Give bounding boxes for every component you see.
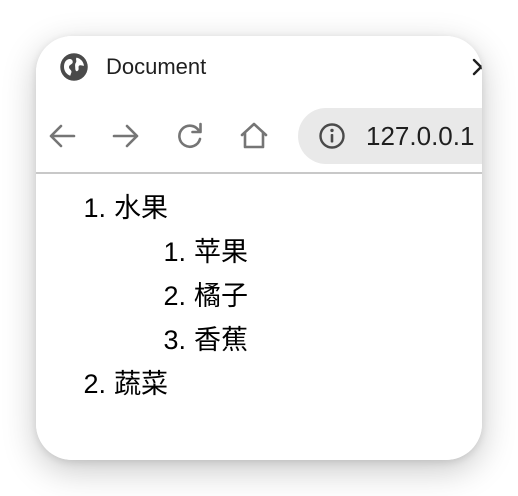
list-item-text: 水果 [114, 193, 168, 224]
home-icon [240, 122, 268, 149]
browser-window: Document 127.0.0.1 1. 水果 1. 苹果 2. 橘子 3. … [36, 36, 482, 460]
info-icon[interactable] [318, 122, 346, 150]
reload-icon [178, 122, 202, 148]
url-text[interactable]: 127.0.0.1 [366, 121, 474, 151]
list-marker: 2. [163, 281, 186, 311]
list-item-text: 苹果 [194, 237, 248, 268]
list-marker: 1. [83, 193, 106, 223]
tab-strip: Document [36, 36, 482, 98]
list-item-text: 香蕉 [194, 325, 248, 356]
list-item: 1. 水果 [76, 186, 168, 230]
list-item: 2. 蔬菜 [76, 362, 168, 406]
address-bar[interactable]: 127.0.0.1 [298, 108, 482, 164]
back-button[interactable] [46, 120, 78, 152]
page-content: 1. 水果 1. 苹果 2. 橘子 3. 香蕉 2. 蔬菜 [36, 174, 482, 460]
arrow-left-icon [49, 124, 76, 148]
nested-list-item: 2. 橘子 [156, 274, 248, 318]
forward-button[interactable] [110, 120, 142, 152]
browser-toolbar: 127.0.0.1 [36, 98, 482, 172]
list-marker: 1. [163, 237, 186, 267]
close-icon[interactable] [469, 55, 482, 79]
nested-list-item: 3. 香蕉 [156, 318, 248, 362]
list-marker: 3. [163, 325, 186, 355]
globe-icon [59, 52, 89, 82]
list-item-text: 橘子 [194, 281, 248, 312]
reload-button[interactable] [174, 120, 206, 152]
arrow-right-icon [112, 124, 139, 148]
home-button[interactable] [238, 120, 270, 152]
list-marker: 2. [83, 369, 106, 399]
nested-list-item: 1. 苹果 [156, 230, 248, 274]
list-item-text: 蔬菜 [114, 369, 168, 400]
tab-title[interactable]: Document [106, 53, 206, 81]
